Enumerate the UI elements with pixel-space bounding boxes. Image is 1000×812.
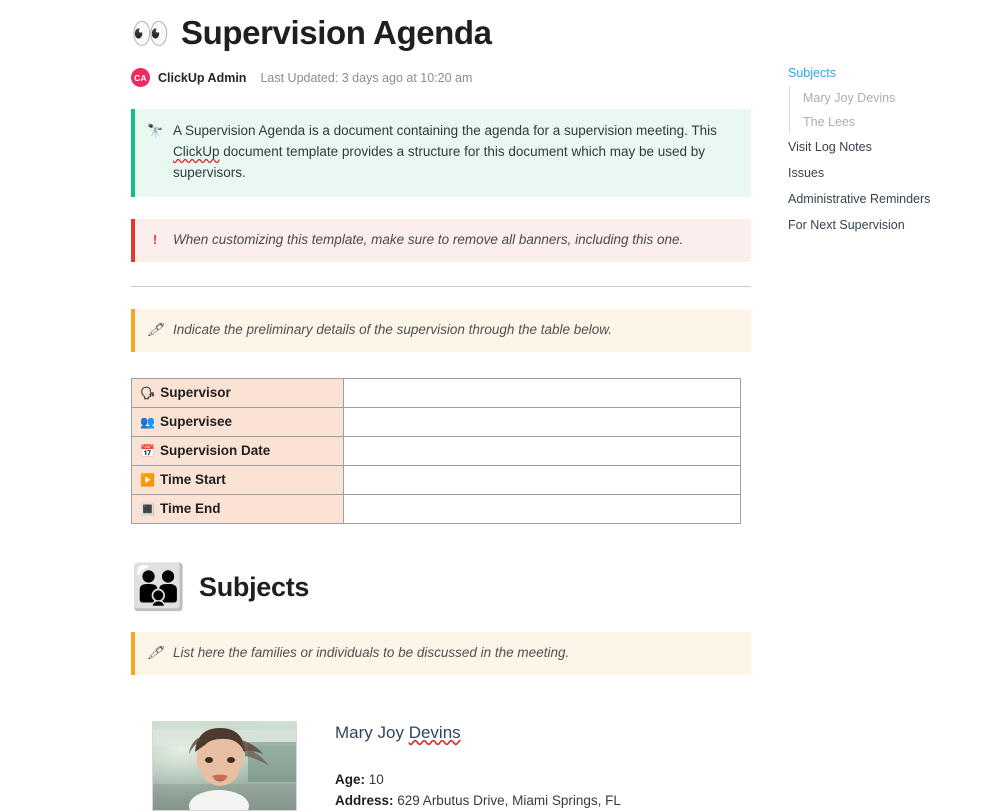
subjects-section-heading: 👪 Subjects [131,562,751,612]
pen-icon: 🖊 [147,644,164,660]
subject-name: Mary Joy Devins [335,723,621,743]
table-row: 👥 Supervisee [131,406,741,437]
table-row: 🔳 Time End [131,493,741,524]
child-portrait-photo[interactable] [152,720,297,811]
pen-icon: 🖊 [147,321,164,337]
outline-item-visit-log-notes[interactable]: Visit Log Notes [788,134,988,160]
document-meta: CA ClickUp Admin Last Updated: 3 days ag… [131,68,751,87]
outline-subitem-mary-joy-devins[interactable]: Mary Joy Devins [803,86,988,110]
outline-item-subjects[interactable]: Subjects [788,60,988,86]
info-text-part-2: document template provides a structure f… [173,143,706,180]
age-label: Age: [335,771,365,787]
info-banner: 🔭 A Supervision Agenda is a document con… [131,109,751,197]
calendar-icon: 📅 [140,444,155,459]
row-value-time-start[interactable] [343,464,741,495]
info-banner-text: A Supervision Agenda is a document conta… [173,121,737,184]
subject-address-row: Address: 629 Arbutus Drive, Miami Spring… [335,790,621,812]
photo-graphic [153,721,296,810]
play-button-icon: ▶️ [140,473,155,488]
row-label-time-start: ▶️ Time Start [131,464,344,495]
address-value: 629 Arbutus Drive, Miami Springs, FL [397,793,621,809]
busts-in-silhouette-icon: 👥 [140,415,155,430]
clickup-link[interactable]: ClickUp [173,144,220,159]
label-text: Supervision Date [159,443,271,459]
table-row: 🗣 Supervisor [131,377,741,408]
eyes-emoji: 👀 [131,15,170,51]
document-body: 👀 Supervision Agenda CA ClickUp Admin La… [131,0,751,812]
subjects-note-banner: 🖊 List here the families or individuals … [131,631,751,675]
subjects-note-text: List here the families or individuals to… [173,644,570,660]
warning-banner-text: When customizing this template, make sur… [173,231,684,247]
row-value-supervision-date[interactable] [343,435,741,466]
details-table-body: 🗣 Supervisor 👥 Supervisee 📅 Supervision Dat… [131,377,741,524]
info-text-part-1: A Supervision Agenda is a document conta… [173,123,717,138]
label-text: Time Start [159,472,226,488]
avatar[interactable]: CA [131,68,150,87]
address-label: Address: [335,793,394,809]
document-outline-sidebar: Subjects Mary Joy Devins The Lees Visit … [788,60,988,238]
telescope-icon: 🔭 [147,123,164,138]
age-value: 10 [368,771,384,787]
subject-details: Mary Joy Devins Age: 10 Address: 629 Arb… [335,721,621,812]
label-text: Supervisor [160,385,231,401]
subject-age-row: Age: 10 [335,769,621,791]
warning-banner: ! When customizing this template, make s… [131,218,751,262]
family-emoji: 👪 [131,562,186,612]
subject-name-last: Devins [408,722,461,742]
row-value-supervisor[interactable] [343,377,741,408]
table-row: ▶️ Time Start [131,464,741,495]
outline-subitems: Mary Joy Devins The Lees [789,86,988,134]
subject-name-first: Mary Joy [335,722,409,742]
table-note-banner: 🖊 Indicate the preliminary details of th… [131,308,751,352]
table-note-text: Indicate the preliminary details of the … [173,321,613,337]
row-label-time-end: 🔳 Time End [131,493,344,524]
label-text: Time End [159,501,221,517]
outline-item-issues[interactable]: Issues [788,160,988,186]
page-title: Supervision Agenda [181,14,492,51]
label-text: Supervisee [159,414,232,430]
row-label-supervision-date: 📅 Supervision Date [131,435,344,466]
author-name: ClickUp Admin [158,70,247,85]
document-title-row: 👀 Supervision Agenda [131,14,751,52]
speaking-head-icon: 🗣 [140,386,156,401]
stop-button-icon: 🔳 [140,502,155,517]
outline-subitem-the-lees[interactable]: The Lees [803,110,988,134]
row-value-time-end[interactable] [343,493,741,524]
row-label-supervisor: 🗣 Supervisor [131,377,344,408]
section-title-subjects: Subjects [199,572,310,603]
outline-item-administrative-reminders[interactable]: Administrative Reminders [788,186,988,212]
row-value-supervisee[interactable] [343,406,741,437]
section-divider [131,285,751,287]
last-updated-text: Last Updated: 3 days ago at 10:20 am [260,70,473,85]
outline-item-for-next-supervision[interactable]: For Next Supervision [788,212,988,238]
table-row: 📅 Supervision Date [131,435,741,466]
row-label-supervisee: 👥 Supervisee [131,406,344,437]
supervision-details-table: 🗣 Supervisor 👥 Supervisee 📅 Supervision Dat… [131,377,741,524]
subject-card: Mary Joy Devins Age: 10 Address: 629 Arb… [131,720,751,812]
exclamation-icon: ! [152,231,158,247]
